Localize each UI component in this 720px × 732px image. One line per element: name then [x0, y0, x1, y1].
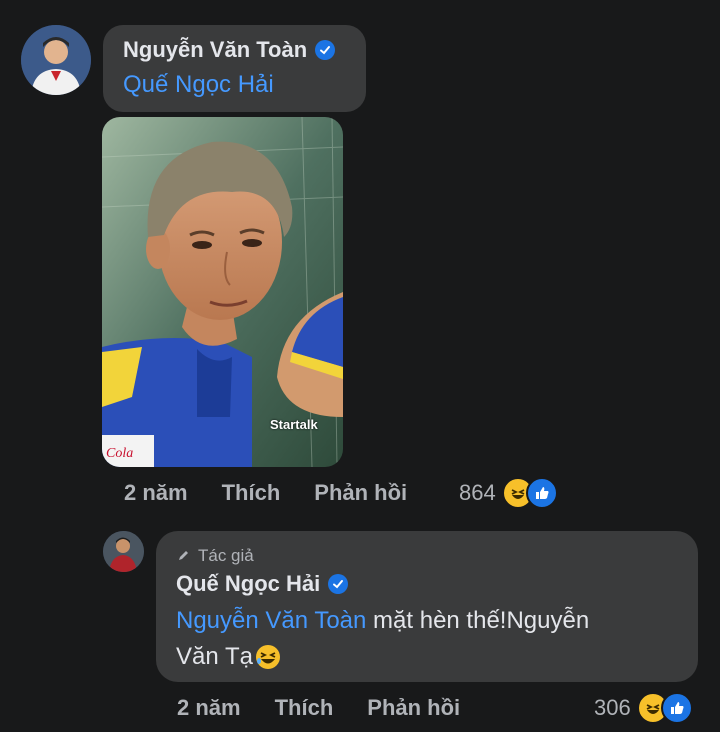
comment-bubble: Nguyễn Văn Toàn Quế Ngọc Hải: [103, 25, 366, 112]
comment-actions: 2 năm Thích Phản hồi: [124, 480, 441, 506]
reply-mention[interactable]: Nguyễn Văn Toàn: [176, 607, 366, 634]
reply-text-line1: mặt hèn thế!Nguyễn: [366, 607, 590, 634]
like-link[interactable]: Thích: [222, 480, 281, 506]
like-reaction-icon: [660, 692, 693, 724]
reply-link[interactable]: Phản hồi: [367, 695, 460, 721]
comment-photo[interactable]: Cola Startalk: [102, 117, 343, 467]
avatar-image: [21, 25, 91, 95]
verified-badge-icon: [328, 574, 349, 594]
reply-bubble: Tác giả Quế Ngọc Hải Nguyễn Văn Toàn mặt…: [156, 531, 698, 682]
reply-link[interactable]: Phản hồi: [314, 480, 407, 506]
reply-text: Nguyễn Văn Toàn mặt hèn thế!Nguyễn Văn T…: [176, 603, 686, 675]
reaction-count: 864: [459, 480, 496, 505]
reply-author-name[interactable]: Quế Ngọc Hải: [176, 571, 320, 597]
reaction-count: 306: [594, 695, 631, 720]
like-reaction-icon: [525, 477, 558, 509]
commenter-avatar[interactable]: [21, 25, 91, 95]
reply-timestamp[interactable]: 2 năm: [177, 695, 241, 721]
reply-text-line2: Văn Tạ: [176, 643, 253, 670]
like-link[interactable]: Thích: [275, 695, 334, 721]
svg-text:Cola: Cola: [106, 446, 133, 461]
photo-image: Cola: [102, 117, 343, 467]
comment-timestamp[interactable]: 2 năm: [124, 480, 188, 506]
verified-badge-icon: [315, 40, 336, 60]
comment-author-name[interactable]: Nguyễn Văn Toàn: [123, 37, 307, 63]
reply-reactions[interactable]: 306: [594, 692, 693, 724]
reply-actions: 2 năm Thích Phản hồi: [177, 695, 494, 721]
rofl-emoji-icon: [255, 644, 281, 670]
avatar-image: [103, 531, 144, 572]
comment-mention[interactable]: Quế Ngọc Hải: [123, 71, 274, 99]
pencil-icon: [178, 546, 190, 566]
author-badge: Tác giả: [198, 546, 254, 565]
reply-author-avatar[interactable]: [103, 531, 144, 572]
comment-reactions[interactable]: 864: [459, 477, 558, 509]
photo-watermark: Startalk: [270, 417, 318, 432]
